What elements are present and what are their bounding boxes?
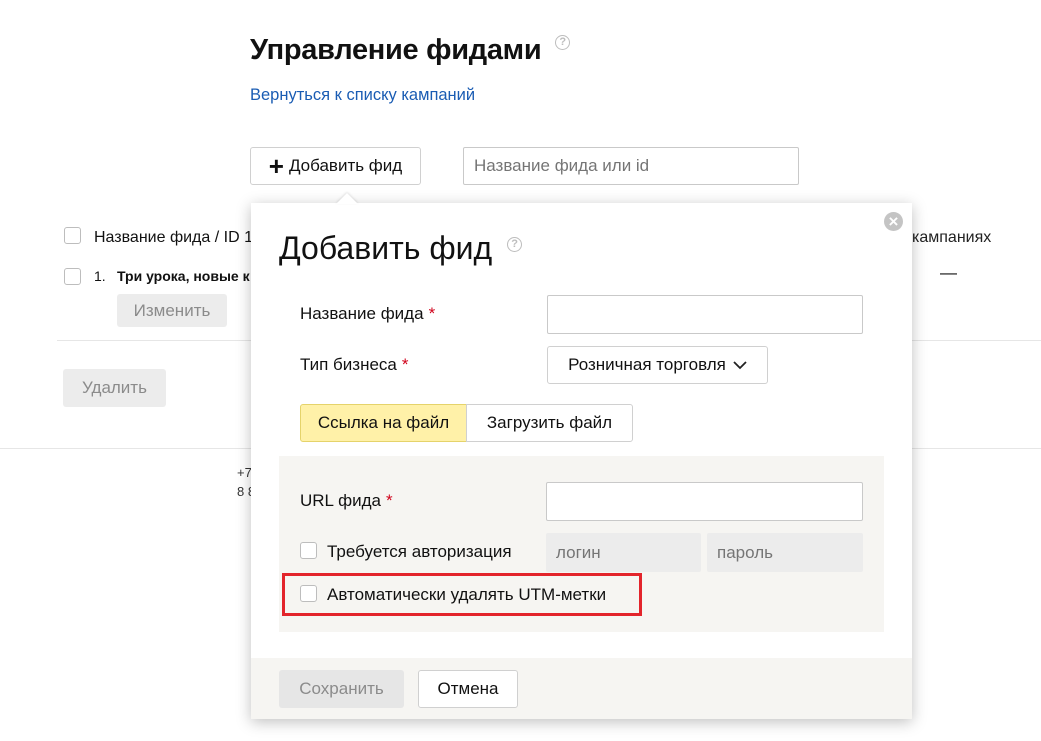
business-type-select[interactable]: Розничная торговля <box>547 346 768 384</box>
add-feed-label: Добавить фид <box>288 156 403 175</box>
column-header-campaigns: кампаниях <box>912 229 992 246</box>
row-feed-name[interactable]: Три урока, новые к <box>117 268 250 284</box>
delete-button[interactable]: Удалить <box>63 369 166 407</box>
dialog-help-icon[interactable]: ? <box>507 236 523 252</box>
column-header-feed-name[interactable]: Название фида / ID 1 <box>94 229 253 247</box>
business-type-value: Розничная торговля <box>568 355 726 374</box>
close-icon[interactable]: × <box>884 212 903 231</box>
page-title: Управление фидами ? <box>250 34 571 67</box>
add-feed-button[interactable]: + Добавить фид <box>250 147 421 185</box>
help-icon[interactable]: ? <box>555 34 571 50</box>
plus-icon: + <box>268 151 284 181</box>
row-campaigns-value: — <box>940 263 957 282</box>
auth-required-label[interactable]: Требуется авторизация <box>327 542 512 562</box>
dialog-title-text: Добавить фид <box>279 230 493 266</box>
footer-phone-line-1: +7 <box>237 465 252 480</box>
password-input[interactable] <box>707 533 863 572</box>
save-button[interactable]: Сохранить <box>279 670 404 708</box>
dialog-title: Добавить фид ? <box>279 230 523 267</box>
tab-file-link[interactable]: Ссылка на файл <box>300 404 467 442</box>
required-mark: * <box>428 304 436 323</box>
tab-upload-file[interactable]: Загрузить файл <box>466 404 633 442</box>
select-all-checkbox[interactable] <box>64 227 81 244</box>
business-type-label-text: Тип бизнеса <box>300 355 397 374</box>
feed-url-input[interactable] <box>546 482 863 521</box>
feed-name-label: Название фида * <box>300 304 435 324</box>
edit-feed-button[interactable]: Изменить <box>117 294 227 327</box>
highlight-frame <box>282 573 642 616</box>
url-label: URL фида * <box>300 491 393 511</box>
cancel-button[interactable]: Отмена <box>418 670 518 708</box>
feed-name-input[interactable] <box>547 295 863 334</box>
back-to-campaigns-link[interactable]: Вернуться к списку кампаний <box>250 86 475 105</box>
business-type-label: Тип бизнеса * <box>300 355 409 375</box>
feed-search-input[interactable] <box>463 147 799 185</box>
dialog-pointer <box>336 193 358 204</box>
login-input[interactable] <box>546 533 701 572</box>
required-mark: * <box>385 491 393 510</box>
row-number: 1. <box>94 268 106 284</box>
page-title-text: Управление фидами <box>250 34 542 66</box>
required-mark: * <box>401 355 409 374</box>
auth-required-checkbox[interactable] <box>300 542 317 559</box>
chevron-down-icon <box>733 360 747 369</box>
row-checkbox[interactable] <box>64 268 81 285</box>
url-label-text: URL фида <box>300 491 381 510</box>
feed-name-label-text: Название фида <box>300 304 424 323</box>
